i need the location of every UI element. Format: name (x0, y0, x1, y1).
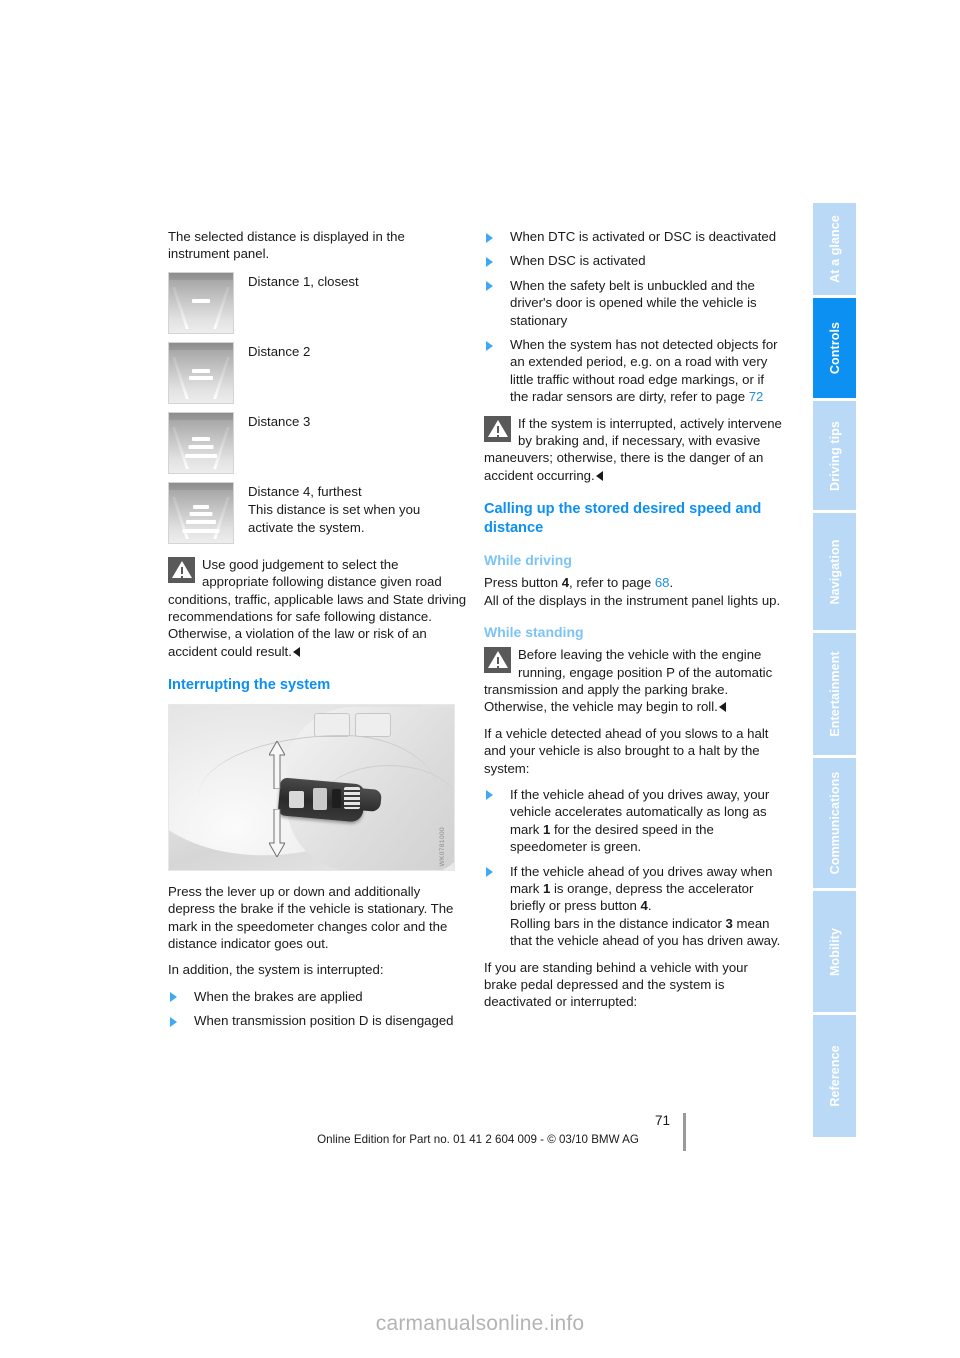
warning-text-body: If the system is interrupted, actively i… (484, 415, 782, 483)
text-fragment: Rolling bars in the distance indicator (510, 915, 726, 931)
left-text-column: The selected distance is displayed in th… (168, 228, 468, 1039)
tab-label: Reference (827, 1045, 842, 1107)
photo-reference-code: WK0781000 (438, 827, 446, 867)
warning-triangle-icon (484, 415, 511, 442)
tab-driving-tips[interactable]: Driving tips (813, 401, 856, 513)
page-reference-link[interactable]: 68 (655, 575, 670, 590)
deactivation-conditions-list: When DTC is activated or DSC is deactiva… (484, 228, 784, 406)
page-number: 71 (654, 1113, 670, 1128)
text-fragment: . (669, 575, 674, 591)
distance-2-label: Distance 2 (248, 343, 311, 359)
manual-page: At a glance Controls Driving tips Naviga… (0, 0, 960, 1358)
button-number: 4 (561, 575, 570, 591)
right-text-column: When DTC is activated or DSC is deactiva… (484, 228, 784, 1020)
warning-text: Before leaving the vehicle with the engi… (484, 646, 784, 716)
warning-block-standing: Before leaving the vehicle with the engi… (484, 646, 784, 716)
tab-label: At a glance (827, 215, 842, 283)
warning-triangle-icon (168, 556, 195, 583)
text-fragment: , refer to page (569, 575, 655, 591)
footer-divider (683, 1113, 686, 1151)
tab-communications[interactable]: Communications (813, 758, 856, 891)
tab-mobility[interactable]: Mobility (813, 891, 856, 1015)
standing-behavior-list: If the vehicle ahead of you drives away,… (484, 786, 784, 950)
tab-label: Communications (827, 771, 842, 875)
heading-interrupting-the-system: Interrupting the system (168, 677, 331, 694)
arrow-up-icon (269, 740, 285, 789)
tab-controls[interactable]: Controls (813, 298, 856, 401)
distance-4-label: Distance 4, furthest (248, 483, 362, 499)
tab-reference[interactable]: Reference (813, 1015, 856, 1137)
warning-text-body: Before leaving the vehicle with the engi… (484, 647, 773, 715)
distance-row-2: Distance 2 (168, 341, 468, 404)
distance-4-icon (168, 481, 234, 544)
tab-label: Controls (827, 321, 842, 375)
tab-label: Driving tips (827, 420, 842, 491)
warning-block-judgement: Use good judgement to select the appropr… (168, 556, 468, 660)
tab-label: Navigation (827, 539, 842, 604)
footer-edition-note: Online Edition for Part no. 01 41 2 604 … (317, 1133, 639, 1146)
distance-2-icon (168, 341, 234, 404)
tab-navigation[interactable]: Navigation (813, 513, 856, 633)
list-item: When the safety belt is unbuckled and th… (484, 277, 784, 329)
distance-row-4: Distance 4, furthest This distance is se… (168, 481, 468, 546)
distance-row-3: Distance 3 (168, 411, 468, 474)
list-item: If the vehicle ahead of you drives away,… (484, 786, 784, 856)
list-item: If the vehicle ahead of you drives away … (484, 863, 784, 950)
end-marker-icon (292, 646, 300, 657)
lever-photo-illustration: WK0781000 (168, 703, 455, 871)
tab-label: Entertainment (827, 651, 842, 737)
section-tab-rail: At a glance Controls Driving tips Naviga… (813, 203, 856, 1140)
distance-3-label: Distance 3 (248, 413, 311, 429)
list-item: When DTC is activated or DSC is deactiva… (484, 228, 784, 245)
distance-1-icon (168, 271, 234, 334)
distance-3-icon (168, 411, 234, 474)
warning-text: Use good judgement to select the appropr… (168, 556, 468, 660)
arrow-down-icon (269, 808, 285, 857)
standing-intro-paragraph: If a vehicle detected ahead of you slows… (484, 725, 769, 776)
text-fragment: . (647, 898, 652, 914)
list-item: When DSC is activated (484, 252, 784, 269)
list-item: When the brakes are applied (168, 988, 468, 1005)
tab-label: Mobility (827, 927, 842, 976)
subheading-while-driving: While driving (484, 552, 572, 569)
indicator-number: 3 (725, 915, 733, 931)
list-item-with-page-ref: When the system has not detected objects… (484, 336, 784, 406)
text-fragment: Press button (484, 575, 562, 591)
heading-calling-up-stored-speed: Calling up the stored desired speed and … (484, 501, 762, 536)
intro-paragraph: The selected distance is displayed in th… (168, 229, 405, 262)
list-item-text: When the system has not detected objects… (510, 337, 778, 405)
button-number: 4 (640, 898, 648, 914)
warning-block-interrupted: If the system is interrupted, actively i… (484, 415, 784, 485)
after-photo-paragraph-1: Press the lever up or down and additiona… (168, 883, 454, 951)
warning-triangle-icon (484, 647, 511, 674)
list-item: When transmission position D is disengag… (168, 1012, 468, 1029)
distance-1-label: Distance 1, closest (248, 273, 359, 289)
subheading-while-standing: While standing (484, 624, 584, 641)
page-reference-link[interactable]: 72 (749, 389, 764, 404)
after-photo-paragraph-2: In addition, the system is interrupted: (168, 962, 384, 978)
interrupt-conditions-list: When the brakes are applied When transmi… (168, 988, 468, 1030)
standing-closing-paragraph: If you are standing behind a vehicle wit… (484, 959, 748, 1010)
while-driving-line-2: All of the displays in the instrument pa… (484, 592, 781, 608)
warning-text: If the system is interrupted, actively i… (484, 415, 784, 485)
end-marker-icon (718, 702, 726, 713)
while-driving-line-1: Press button 4, refer to page 68. (484, 574, 784, 591)
site-watermark: carmanualsonline.info (375, 1312, 585, 1335)
warning-text-body: Use good judgement to select the appropr… (168, 556, 467, 659)
end-marker-icon (595, 470, 603, 481)
tab-at-a-glance[interactable]: At a glance (813, 203, 856, 298)
tab-entertainment[interactable]: Entertainment (813, 633, 856, 758)
distance-row-1: Distance 1, closest (168, 271, 468, 334)
distance-4-note: This distance is set when you activate t… (248, 502, 421, 535)
